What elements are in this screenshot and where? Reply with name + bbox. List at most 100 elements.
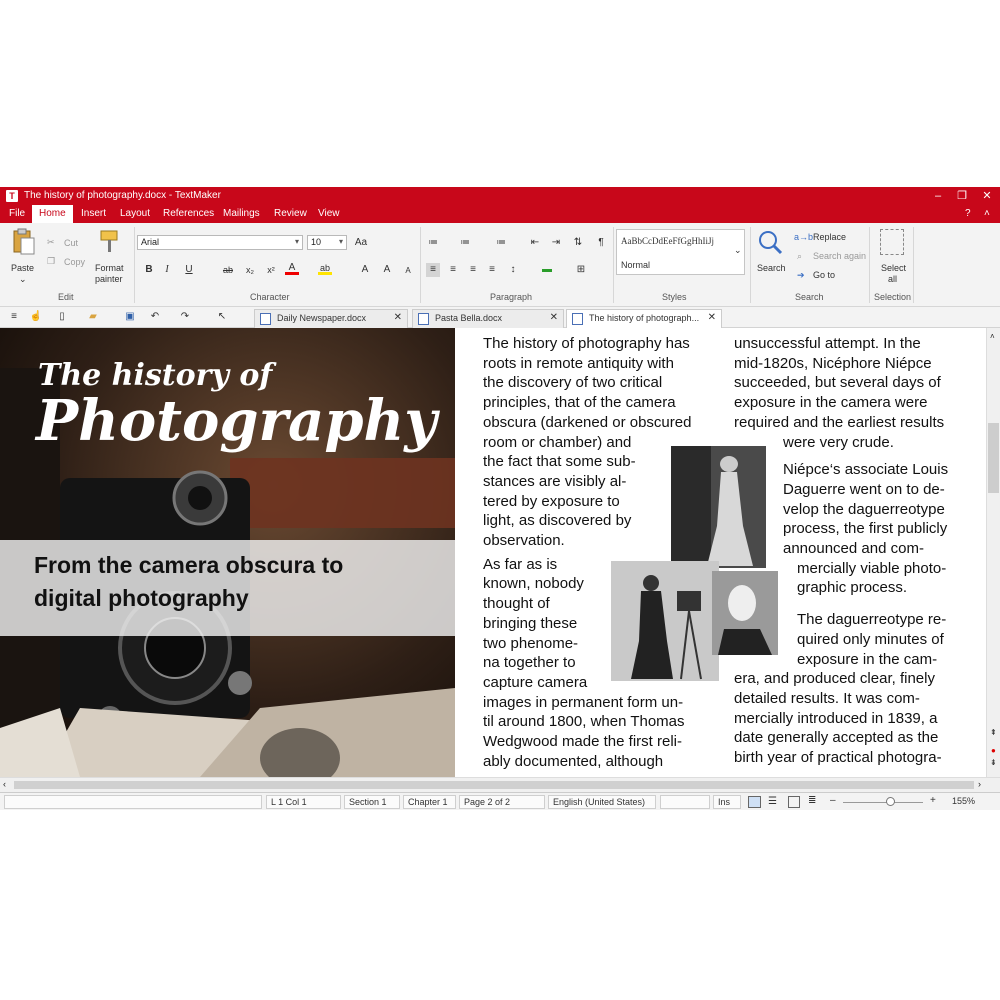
vertical-scrollbar[interactable]: ˄ ⇞ ● ⇟ [986,328,1000,777]
photo-man-portrait[interactable] [712,571,778,655]
mouse-mode-icon[interactable]: ☝ [29,310,43,324]
status-section[interactable]: Section 1 [344,795,400,809]
photo-woman-camera[interactable] [611,561,719,681]
zoom-slider[interactable] [843,802,923,803]
multilevel-list-icon[interactable]: ≔ [494,236,508,250]
redo-icon[interactable]: ↷ [178,310,192,324]
previous-page-icon[interactable]: ⇞ [990,728,997,737]
minimize-icon[interactable]: – [926,187,950,205]
document-area[interactable]: The history of Photography From the came… [0,328,986,777]
normal-view-icon[interactable] [748,796,761,808]
zoom-slider-handle[interactable] [886,797,895,806]
horizontal-scrollbar[interactable]: ‹ › [0,777,1000,792]
chevron-down-icon[interactable]: ⌄ [734,245,742,256]
undo-icon[interactable]: ↶ [148,310,162,324]
tab-history-of-photography[interactable]: The history of photograph... ✕ [566,309,722,328]
search-again-button[interactable]: Search again [813,251,866,261]
close-icon[interactable]: ✕ [975,187,999,205]
bold-icon[interactable]: B [142,263,156,277]
shading-icon[interactable]: ▬ [540,263,554,277]
format-painter-button[interactable] [97,228,123,254]
menu-layout[interactable]: Layout [120,208,150,219]
align-center-icon[interactable]: ≡ [446,263,460,277]
cut-icon[interactable]: ✂ [47,237,55,248]
subscript-icon[interactable]: x₂ [243,263,257,277]
change-case-icon[interactable]: Aa [354,236,368,250]
align-left-icon[interactable]: ≡ [426,263,440,277]
shrink-font-icon[interactable]: A [401,264,415,278]
search-button[interactable] [757,229,783,257]
text-column-1[interactable]: The history of photography has roots in … [483,334,691,771]
master-view-icon[interactable]: ≣ [808,795,816,806]
vertical-scroll-thumb[interactable] [988,423,999,493]
clear-formatting-icon[interactable]: A [358,263,372,277]
pilcrow-icon[interactable]: ¶ [594,236,608,250]
scroll-left-icon[interactable]: ‹ [3,779,6,789]
copy-icon[interactable]: ❐ [47,256,55,267]
justify-icon[interactable]: ≡ [485,263,499,277]
new-document-icon[interactable]: ▯ [55,310,69,324]
font-color-icon[interactable]: A [285,261,299,275]
menu-review[interactable]: Review [274,208,307,219]
font-name-select[interactable]: Arial ▾ [137,235,303,250]
status-page[interactable]: Page 2 of 2 [459,795,545,809]
horizontal-scroll-thumb[interactable] [14,781,974,789]
next-page-icon[interactable]: ⇟ [990,758,997,767]
copy-label[interactable]: Copy [64,257,85,267]
underline-icon[interactable]: U [182,263,196,277]
maximize-icon[interactable]: ❐ [950,187,974,205]
status-position[interactable]: L 1 Col 1 [266,795,341,809]
italic-icon[interactable]: I [160,263,174,277]
help-icon[interactable]: ? [965,208,971,219]
hamburger-menu-icon[interactable]: ≡ [7,310,21,324]
increase-indent-icon[interactable]: ⇥ [549,236,563,250]
tab-daily-newspaper[interactable]: Daily Newspaper.docx ✕ [254,309,408,328]
borders-icon[interactable]: ⊞ [574,263,588,277]
open-folder-icon[interactable]: ▰ [86,310,100,324]
outline-view-icon[interactable]: ☰ [768,796,777,807]
tab-pasta-bella[interactable]: Pasta Bella.docx ✕ [412,309,564,328]
menu-mailings[interactable]: Mailings [223,208,260,219]
close-tab-icon[interactable]: ✕ [550,312,558,323]
line-spacing-icon[interactable]: ↕ [506,263,520,277]
status-insert-mode[interactable]: Ins [713,795,741,809]
menu-insert[interactable]: Insert [81,208,106,219]
page-view-icon[interactable] [788,796,800,808]
zoom-level[interactable]: 155% [952,796,975,806]
close-tab-icon[interactable]: ✕ [708,312,716,323]
status-chapter[interactable]: Chapter 1 [403,795,456,809]
menu-home[interactable]: Home [32,205,73,223]
decrease-indent-icon[interactable]: ⇤ [528,236,542,250]
photo-woman-standing[interactable] [671,446,766,568]
numbering-icon[interactable]: ≔ [458,236,472,250]
text-column-2[interactable]: unsuccessful attempt. In the mid-1820s, … [734,334,948,768]
menu-view[interactable]: View [318,208,340,219]
pointer-icon[interactable]: ↖ [215,310,229,324]
superscript-icon[interactable]: x² [264,263,278,277]
menu-references[interactable]: References [163,208,214,219]
close-tab-icon[interactable]: ✕ [394,312,402,323]
sort-icon[interactable]: ⇅ [571,236,585,250]
browse-object-icon[interactable]: ● [991,746,996,755]
align-right-icon[interactable]: ≡ [466,263,480,277]
status-language[interactable]: English (United States) [548,795,656,809]
scroll-up-icon[interactable]: ˄ [990,332,995,341]
scroll-right-icon[interactable]: › [978,779,981,789]
grow-font-icon[interactable]: A [380,263,394,277]
zoom-out-icon[interactable]: – [830,795,836,806]
collapse-ribbon-icon[interactable]: ˄ [984,208,990,219]
paste-dropdown-icon[interactable]: ⌄ [19,274,27,285]
font-size-select[interactable]: 10 ▾ [307,235,347,250]
menu-file[interactable]: File [9,208,25,219]
strikethrough-icon[interactable]: ab [221,263,235,277]
styles-gallery[interactable]: AaBbCcDdEeFfGgHhIiJj Normal ⌄ [616,229,745,275]
select-all-icon[interactable] [880,229,904,255]
zoom-in-icon[interactable]: + [930,795,936,806]
highlight-icon[interactable]: ab [318,261,332,275]
paste-button[interactable] [10,228,36,256]
cut-label[interactable]: Cut [64,238,78,248]
save-icon[interactable]: ▣ [123,310,137,324]
replace-button[interactable]: Replace [813,232,846,242]
go-to-button[interactable]: Go to [813,270,835,280]
bullets-icon[interactable]: ≔ [426,236,440,250]
